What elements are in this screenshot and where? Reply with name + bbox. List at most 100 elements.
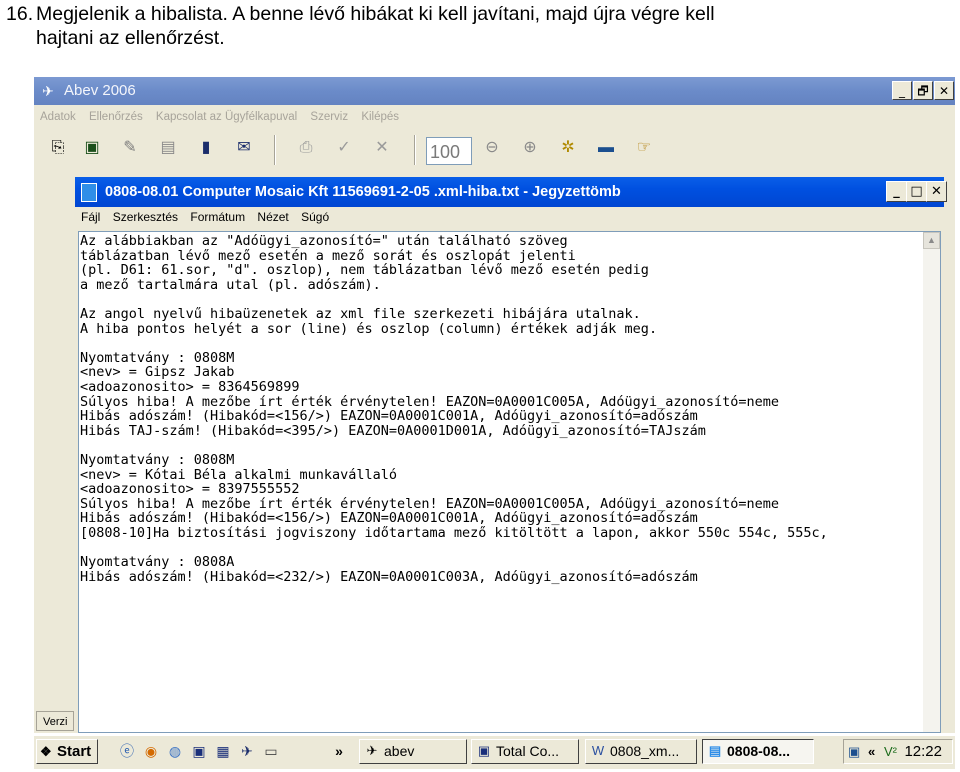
abev-title: Abev 2006 [64, 82, 136, 99]
notepad-line [80, 292, 922, 307]
tray-chevron[interactable]: « [868, 743, 875, 761]
windows-flag-icon: ❖ [40, 744, 52, 759]
vertical-scrollbar[interactable]: ▲ [923, 232, 940, 732]
notepad-text[interactable]: Az alábbiakban az "Adóügyi_azonosító=" u… [79, 234, 922, 732]
scroll-up-icon[interactable]: ▲ [923, 232, 940, 249]
copy-icon[interactable]: ⎘ [46, 137, 70, 159]
system-tray: ▣ « V² 12:22 [843, 739, 953, 764]
notepad-line [80, 438, 922, 453]
notepad-menu-bar: Fájl Szerkesztés Formátum Nézet Súgó [75, 207, 944, 227]
notepad-title: 0808-08.01 Computer Mosaic Kft 11569691-… [105, 184, 621, 200]
calculator-icon[interactable]: ▦ [214, 742, 232, 760]
abev-restore-button[interactable]: 🗗 [913, 81, 933, 100]
task-word[interactable]: W 0808_xm... [585, 739, 697, 764]
notepad-edit-area[interactable]: Az alábbiakban az "Adóügyi_azonosító=" u… [78, 231, 941, 733]
toolbar-separator [414, 135, 416, 165]
notepad-line: Súlyos hiba! A mezőbe írt érték érvényte… [80, 393, 779, 410]
menu-formatum[interactable]: Formátum [190, 210, 245, 224]
notepad-line: Nyomtatvány : 0808A [80, 554, 235, 571]
menu-kapcsolat[interactable]: Kapcsolat az Ügyfélkapuval [156, 111, 297, 123]
task-label: abev [384, 743, 415, 759]
abev-app-icon: ✈ [42, 83, 54, 99]
print-icon[interactable]: ⎙ [294, 137, 318, 159]
monitor-icon[interactable]: ▬ [594, 137, 618, 159]
clock: 12:22 [904, 743, 942, 760]
notepad-line: (pl. D61: 61.sor, "d". oszlop), nem tábl… [80, 262, 649, 279]
mail-icon[interactable]: ✉ [232, 137, 256, 159]
menu-szerviz[interactable]: Szerviz [310, 111, 348, 123]
quicklaunch-chevron[interactable]: » [330, 742, 348, 760]
notepad-line: A hiba pontos helyét a sor (line) és osz… [80, 320, 658, 337]
task-label: Total Co... [496, 743, 560, 759]
task-notepad[interactable]: ▤ 0808-08... [702, 739, 814, 764]
abev-left-panel: Verzi [34, 175, 75, 733]
notepad-title-bar[interactable]: 0808-08.01 Computer Mosaic Kft 11569691-… [75, 177, 947, 207]
notepad-line: Nyomtatvány : 0808M [80, 349, 235, 366]
notepad-close-button[interactable]: ✕ [926, 181, 947, 202]
globe-icon[interactable]: ◍ [166, 742, 184, 760]
ie-icon[interactable]: ⓔ [118, 742, 136, 760]
menu-szerkesztes[interactable]: Szerkesztés [113, 210, 178, 224]
task-abev[interactable]: ✈ abev [359, 739, 467, 764]
caption-line-1: Megjelenik a hibalista. A benne lévő hib… [36, 3, 715, 25]
notepad-line: <adoazonosito> = 8397555552 [80, 481, 300, 498]
menu-ellenorzes[interactable]: Ellenőrzés [89, 111, 143, 123]
notepad-line: <nev> = Kótai Béla alkalmi munkavállaló [80, 466, 397, 483]
zoom-in-icon[interactable]: ⊕ [518, 137, 542, 159]
window-icon[interactable]: ▭ [262, 742, 280, 760]
abev-quicklaunch-icon[interactable]: ✈ [238, 742, 256, 760]
notepad-minimize-button[interactable]: _ [886, 181, 907, 202]
book-icon[interactable]: ▮ [194, 137, 218, 159]
menu-adatok[interactable]: Adatok [40, 111, 76, 123]
zoom-out-icon[interactable]: ⊖ [480, 137, 504, 159]
notepad-line: Nyomtatvány : 0808M [80, 451, 235, 468]
tray-v2-icon[interactable]: V² [884, 743, 897, 761]
notepad-line: [0808-10]Ha biztosítási jogviszony időta… [80, 524, 828, 541]
start-label: Start [57, 743, 92, 760]
abev-icon: ✈ [366, 743, 378, 758]
abev-toolbar: ⎘ ▣ ✎ ▤ ▮ ✉ ⎙ ✓ ✕ 100 ⊖ ⊕ ✲ ▬ ☞ [34, 131, 955, 169]
pointing-hand-icon[interactable]: ☞ [632, 137, 656, 159]
zoom-input[interactable]: 100 [426, 137, 472, 165]
notepad-icon: ▤ [708, 743, 722, 758]
firefox-icon[interactable]: ◉ [142, 742, 160, 760]
abev-title-bar[interactable]: ✈ Abev 2006 _ 🗗 ✕ [34, 77, 955, 105]
abev-close-button[interactable]: ✕ [934, 81, 954, 100]
notepad-line: <adoazonosito> = 8364569899 [80, 378, 300, 395]
check-icon[interactable]: ✓ [332, 137, 356, 159]
save-icon[interactable]: ▣ [80, 137, 104, 159]
notepad-line [80, 336, 922, 351]
abev-minimize-button[interactable]: _ [892, 81, 912, 100]
abev-menu-bar: Adatok Ellenőrzés Kapcsolat az Ügyfélkap… [34, 107, 955, 127]
notepad-line: Hibás adószám! (Hibakód=<156/>) EAZON=0A… [80, 510, 698, 527]
toolbar-separator [274, 135, 276, 165]
notepad-maximize-button[interactable]: □ [906, 181, 927, 202]
total-commander-icon: ▣ [477, 743, 491, 758]
notepad-line: <nev> = Gipsz Jakab [80, 364, 235, 381]
notepad-line: táblázatban lévő mező esetén a mező sorá… [80, 247, 576, 264]
task-label: 0808_xm... [610, 743, 680, 759]
step-number: 16. [6, 3, 34, 25]
document-icon[interactable]: ▤ [156, 137, 180, 159]
start-button[interactable]: ❖ Start [36, 739, 98, 764]
notepad-window: 0808-08.01 Computer Mosaic Kft 11569691-… [75, 177, 947, 733]
notepad-line: Hibás adószám! (Hibakód=<232/>) EAZON=0A… [80, 568, 698, 585]
version-status: Verzi [36, 711, 74, 731]
menu-fajl[interactable]: Fájl [81, 210, 100, 224]
task-label: 0808-08... [727, 743, 791, 759]
menu-kilepes[interactable]: Kilépés [361, 111, 399, 123]
floppy-icon[interactable]: ▣ [190, 742, 208, 760]
notepad-line: Az alábbiakban az "Adóügyi_azonosító=" u… [80, 234, 568, 249]
notepad-icon [81, 183, 97, 202]
tray-network-icon[interactable]: ▣ [848, 743, 860, 761]
word-icon: W [591, 743, 605, 758]
edit-icon[interactable]: ✎ [118, 137, 142, 159]
menu-sugo[interactable]: Súgó [301, 210, 329, 224]
notepad-line: a mező tartalmára utal (pl. adószám). [80, 276, 381, 293]
task-total-commander[interactable]: ▣ Total Co... [471, 739, 579, 764]
instruction-caption: 16. Megjelenik a hibalista. A benne lévő … [6, 2, 956, 50]
notepad-line: Hibás adószám! (Hibakód=<156/>) EAZON=0A… [80, 408, 698, 425]
menu-nezet[interactable]: Nézet [257, 210, 288, 224]
cancel-icon[interactable]: ✕ [370, 137, 394, 159]
settings-icon[interactable]: ✲ [556, 137, 580, 159]
